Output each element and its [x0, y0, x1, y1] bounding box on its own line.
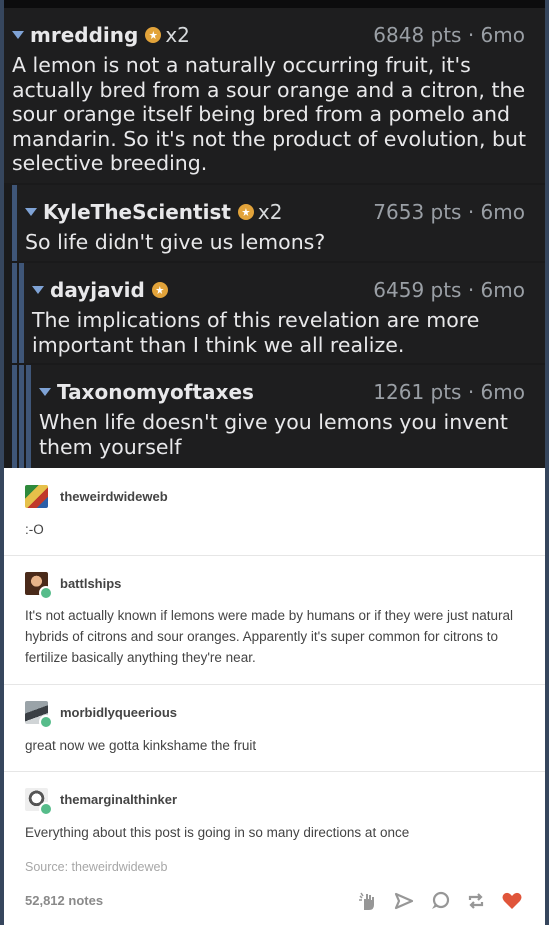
comment-text: A lemon is not a naturally occurring fru… — [12, 53, 527, 175]
reddit-top-strip — [4, 0, 545, 8]
reddit-comment: KyleTheScientist x2 7653 pts · 6mo So lif… — [12, 185, 545, 261]
collapse-arrow-icon[interactable] — [12, 31, 24, 39]
comment-meta: 7653 pts · 6mo — [373, 200, 525, 224]
thread-line — [19, 365, 24, 468]
reply-icon[interactable] — [429, 890, 451, 912]
gold-award-icon — [237, 204, 254, 220]
comment-text: When life doesn't give you lemons you in… — [39, 410, 508, 459]
heart-icon[interactable] — [501, 890, 523, 912]
reddit-comment: Taxonomyoftaxes 1261 pts · 6mo When life… — [12, 365, 545, 468]
award-multiplier: x2 — [257, 200, 283, 224]
comment-header: KyleTheScientist x2 7653 pts · 6mo — [25, 200, 525, 230]
comment-header: Taxonomyoftaxes 1261 pts · 6mo — [39, 380, 525, 410]
reblog-text: :-O — [25, 522, 44, 537]
hand-clap-icon[interactable] — [357, 890, 379, 912]
collapse-arrow-icon[interactable] — [25, 208, 37, 216]
reblog-badge-icon — [39, 715, 53, 729]
comment-username[interactable]: KyleTheScientist — [43, 200, 231, 224]
comment-meta: 1261 pts · 6mo — [373, 380, 525, 404]
gold-award-icon — [145, 27, 162, 43]
reblog-entry: morbidlyqueerious great now we gotta kin… — [4, 685, 545, 772]
comment-meta: 6459 pts · 6mo — [373, 278, 525, 302]
reblog-entry: theweirdwideweb :-O — [4, 468, 545, 556]
collapse-arrow-icon[interactable] — [39, 388, 51, 396]
comment-username[interactable]: Taxonomyoftaxes — [57, 380, 254, 404]
comment-username[interactable]: mredding — [30, 23, 138, 47]
avatar[interactable] — [25, 485, 48, 508]
reblog-badge-icon — [39, 586, 53, 600]
comment-text: So life didn't give us lemons? — [25, 230, 326, 254]
reblog-icon[interactable] — [465, 890, 487, 912]
reblog-username[interactable]: battlships — [60, 576, 121, 591]
thread-line — [12, 263, 17, 363]
post-actions — [357, 889, 523, 913]
post-source-link[interactable]: Source: theweirdwideweb — [25, 860, 167, 874]
reblog-username[interactable]: themarginalthinker — [60, 792, 177, 807]
reblog-text: Everything about this post is going in s… — [25, 825, 410, 840]
reblog-text: great now we gotta kinkshame the fruit — [25, 738, 257, 753]
gold-award-icon — [151, 282, 168, 298]
comment-meta: 6848 pts · 6mo — [373, 23, 525, 47]
reddit-comment: dayjavid 6459 pts · 6mo The implications… — [12, 263, 545, 363]
notes-count[interactable]: 52,812 notes — [25, 893, 103, 908]
reblog-username[interactable]: morbidlyqueerious — [60, 705, 177, 720]
reblog-entry: battlships It's not actually known if le… — [4, 556, 545, 685]
comment-text: The implications of this revelation are … — [32, 308, 480, 357]
share-icon[interactable] — [393, 890, 415, 912]
collapse-arrow-icon[interactable] — [32, 286, 44, 294]
reddit-comment: mredding x2 6848 pts · 6mo A lemon is not… — [4, 8, 545, 183]
award-multiplier: x2 — [165, 23, 190, 47]
comment-header: dayjavid 6459 pts · 6mo — [32, 278, 525, 308]
comment-header: mredding x2 6848 pts · 6mo — [12, 23, 525, 53]
thread-line — [12, 365, 17, 468]
reblog-entry: themarginalthinker Everything about this… — [4, 772, 545, 842]
reddit-screenshot: mredding x2 6848 pts · 6mo A lemon is not… — [4, 0, 545, 468]
tumblr-post-card: mredding x2 6848 pts · 6mo A lemon is not… — [4, 0, 545, 925]
reblog-badge-icon — [39, 802, 53, 816]
comment-username[interactable]: dayjavid — [50, 278, 145, 302]
reblog-username[interactable]: theweirdwideweb — [60, 489, 168, 504]
reblog-text: It's not actually known if lemons were m… — [25, 608, 514, 665]
